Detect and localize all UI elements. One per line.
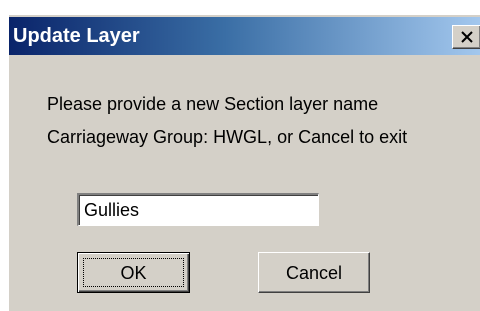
cancel-button[interactable]: Cancel (258, 252, 370, 293)
message-line-2: Carriageway Group: HWGL, or Cancel to ex… (47, 127, 408, 147)
ok-button[interactable]: OK (77, 252, 190, 293)
close-icon (461, 31, 473, 43)
title-bar[interactable]: Update Layer (9, 17, 480, 55)
layer-name-input[interactable]: Gullies (77, 193, 319, 226)
update-layer-dialog: Update Layer Please provide a new Sectio… (8, 14, 480, 311)
dialog-title: Update Layer (13, 25, 140, 47)
focus-rectangle (83, 258, 184, 287)
close-button[interactable] (452, 25, 480, 49)
message-line-1: Please provide a new Section layer name (47, 94, 379, 114)
cancel-button-label: Cancel (285, 263, 343, 283)
